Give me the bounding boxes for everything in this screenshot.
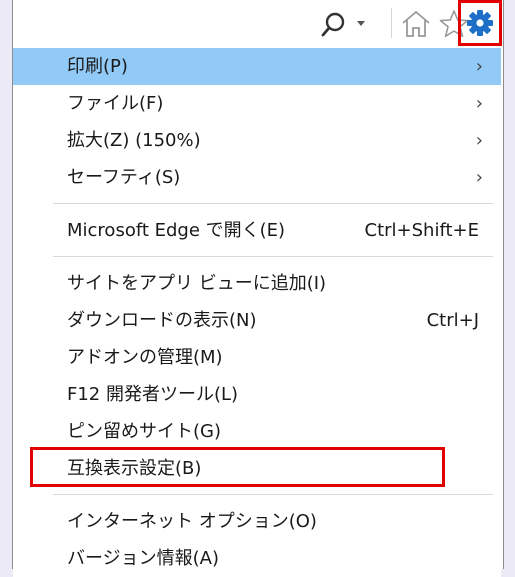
menu-divider [53,203,493,204]
chevron-right-icon: › [475,56,483,77]
toolbar-separator [391,8,392,38]
annotation-highlight-box [30,447,445,487]
menu-item-label: アドオンの管理(M) [67,347,223,368]
search-button[interactable] [313,6,383,40]
menu-item-internet-options[interactable]: インターネット オプション(O) [13,503,501,540]
menu-item-label: インターネット オプション(O) [67,511,317,532]
tools-menu: 印刷(P) › ファイル(F) › 拡大(Z) (150%) › セーフティ(S… [13,48,501,577]
menu-item-label: F12 開発者ツール(L) [67,384,239,405]
menu-item-shortcut: Ctrl+J [426,310,479,331]
menu-item-file[interactable]: ファイル(F) › [13,85,501,122]
menu-item-add-app-view[interactable]: サイトをアプリ ビューに追加(I) [13,265,501,302]
search-icon [321,12,345,37]
menu-item-label: ファイル(F) [67,93,164,114]
command-bar [13,0,503,46]
menu-item-label: ダウンロードの表示(N) [67,310,257,331]
menu-item-about[interactable]: バージョン情報(A) [13,540,501,577]
home-icon [402,10,430,37]
menu-item-dev-tools[interactable]: F12 開発者ツール(L) [13,376,501,413]
gear-icon [467,10,493,36]
menu-item-pinned-sites[interactable]: ピン留めサイト(G) [13,413,501,450]
chevron-down-icon [357,21,365,26]
chevron-right-icon: › [475,93,483,114]
menu-item-label: ピン留めサイト(G) [67,421,221,442]
menu-item-label: セーフティ(S) [67,167,181,188]
menu-item-label: 拡大(Z) (150%) [67,130,201,151]
menu-item-label: Microsoft Edge で開く(E) [67,220,286,241]
menu-item-label: 印刷(P) [67,56,128,77]
chevron-right-icon: › [475,167,483,188]
menu-item-view-downloads[interactable]: ダウンロードの表示(N) Ctrl+J [13,302,501,339]
menu-item-label: バージョン情報(A) [67,548,219,569]
menu-item-print[interactable]: 印刷(P) › [13,48,501,85]
chevron-right-icon: › [475,130,483,151]
menu-item-shortcut: Ctrl+Shift+E [364,220,479,241]
menu-item-zoom[interactable]: 拡大(Z) (150%) › [13,122,501,159]
tools-button[interactable] [458,0,502,46]
menu-divider [53,256,493,257]
menu-item-open-in-edge[interactable]: Microsoft Edge で開く(E) Ctrl+Shift+E [13,212,501,249]
menu-item-label: サイトをアプリ ビューに追加(I) [67,273,327,294]
menu-divider [53,494,493,495]
menu-item-safety[interactable]: セーフティ(S) › [13,159,501,196]
home-button[interactable] [399,7,433,41]
menu-item-manage-addons[interactable]: アドオンの管理(M) [13,339,501,376]
